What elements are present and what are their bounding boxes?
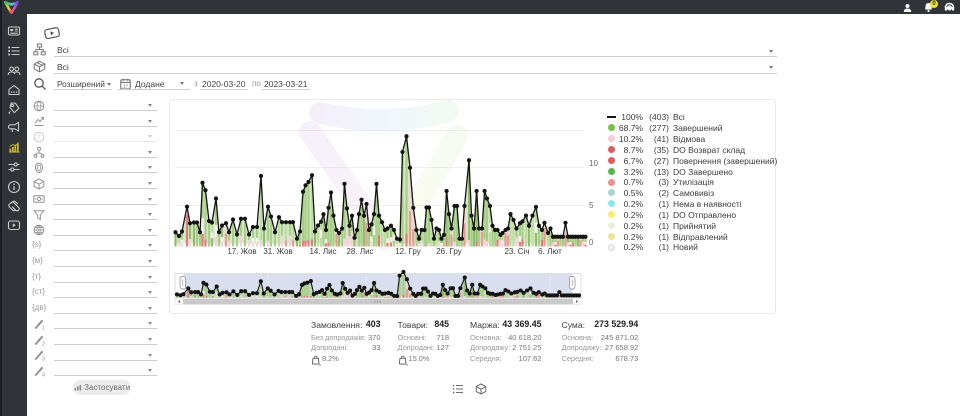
svg-text:x: x <box>406 362 408 366</box>
svg-text:2: 2 <box>42 341 45 346</box>
svg-text:x: x <box>319 362 321 366</box>
svg-text:1: 1 <box>42 325 45 330</box>
svg-text:3: 3 <box>42 357 45 362</box>
svg-text:?: ? <box>37 134 41 141</box>
svg-text:4: 4 <box>42 372 45 377</box>
